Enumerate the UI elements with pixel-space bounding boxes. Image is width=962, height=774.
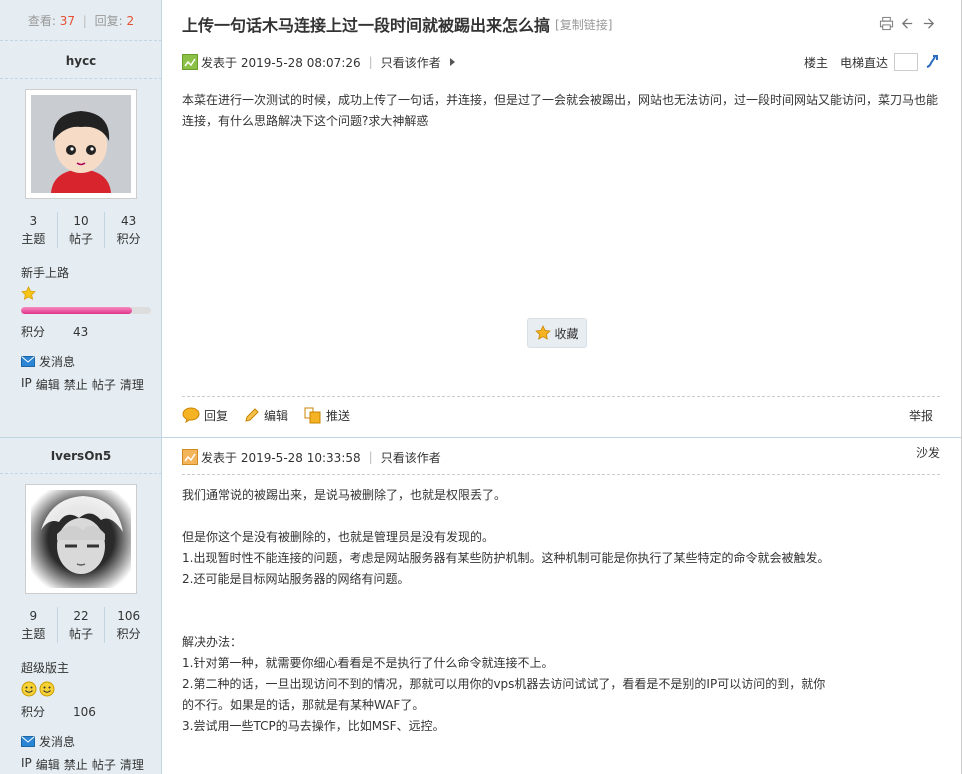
- replies-count: 2: [126, 14, 135, 28]
- post-status-icon: [182, 449, 198, 465]
- stat-credits[interactable]: 106 积分: [104, 607, 152, 643]
- admin-posts-link[interactable]: 帖子: [92, 376, 116, 393]
- avatar-image: [31, 95, 131, 193]
- post-content: 本菜在进行一次测试的时候，成功上传了一句话，并连接，但是过了一会就会被踢出，网站…: [182, 93, 939, 128]
- user-rank[interactable]: 新手上路: [21, 264, 69, 281]
- admin-ip-link[interactable]: IP: [21, 376, 32, 393]
- rank-icons: [21, 681, 55, 697]
- report-link[interactable]: 举报: [909, 407, 933, 424]
- copy-link[interactable]: [复制链接]: [555, 16, 612, 33]
- views-label: 查看:: [27, 14, 56, 28]
- stat-threads[interactable]: 9 主题: [10, 607, 57, 643]
- smiley-icon: [21, 681, 37, 697]
- rank-stars: [21, 286, 36, 301]
- author-sidebar: 查看: 37 | 回复: 2 hycc 3 主题 10 帖子 43 积分 新手上…: [0, 0, 162, 774]
- stat-credits[interactable]: 43 积分: [104, 212, 152, 248]
- replies-label: 回复:: [94, 14, 123, 28]
- score-row: 积分 106: [21, 705, 96, 719]
- admin-clean-link[interactable]: 清理: [120, 376, 144, 393]
- admin-edit-link[interactable]: 编辑: [36, 756, 60, 773]
- arrow-right-icon[interactable]: [447, 57, 457, 67]
- avatar-image: [31, 490, 131, 588]
- floor-nav: 楼主 电梯直达: [804, 53, 940, 71]
- recommend-icon: [304, 407, 321, 424]
- post-content: 我们通常说的被踢出来，是说马被删除了，也就是权限丢了。 但是你这个是没有被删除的…: [182, 488, 830, 733]
- reply-icon: [182, 407, 200, 423]
- smiley-icon: [39, 681, 55, 697]
- progress-fill: [21, 307, 132, 314]
- admin-ip-link[interactable]: IP: [21, 756, 32, 773]
- send-message-link[interactable]: 发消息: [21, 733, 75, 750]
- post-status-icon: [182, 54, 198, 70]
- edit-icon: [245, 408, 259, 422]
- stat-posts[interactable]: 10 帖子: [56, 212, 105, 248]
- thread-tools: [879, 16, 936, 31]
- post-date: 发表于 2019-5-28 08:07:26: [201, 55, 361, 70]
- next-thread-icon[interactable]: [921, 16, 936, 31]
- avatar[interactable]: [25, 89, 137, 199]
- author-name[interactable]: IversOn5: [0, 449, 162, 463]
- floor-jump-input[interactable]: [894, 53, 918, 71]
- floor-nav: 沙发: [916, 444, 940, 461]
- jump-label: 电梯直达: [839, 55, 888, 70]
- only-author-link[interactable]: 只看该作者: [381, 449, 441, 466]
- admin-posts-link[interactable]: 帖子: [92, 756, 116, 773]
- send-message-link[interactable]: 发消息: [21, 353, 75, 370]
- jump-go-icon[interactable]: [924, 54, 940, 70]
- recommend-button[interactable]: 推送: [304, 406, 350, 424]
- divider: [0, 78, 162, 79]
- reply-button[interactable]: 回复: [182, 407, 228, 424]
- thread-page: 查看: 37 | 回复: 2 hycc 3 主题 10 帖子 43 积分 新手上…: [0, 0, 962, 774]
- thread-title: 上传一句话木马连接上过一段时间就被踢出来怎么搞: [182, 16, 551, 35]
- floor-label[interactable]: 沙发: [916, 444, 940, 461]
- edit-button[interactable]: 编辑: [244, 407, 288, 424]
- stat-threads[interactable]: 3 主题: [10, 212, 57, 248]
- star-icon: [535, 325, 552, 340]
- only-author-link[interactable]: 只看该作者: [381, 54, 441, 71]
- stats-separator: |: [82, 14, 87, 28]
- user-rank[interactable]: 超级版主: [21, 659, 69, 676]
- prev-thread-icon[interactable]: [900, 16, 915, 31]
- divider: [0, 473, 162, 474]
- admin-ban-link[interactable]: 禁止: [64, 376, 88, 393]
- post-meta: 发表于 2019-5-28 08:07:26 | 只看该作者 楼主 电梯直达: [182, 53, 940, 71]
- rank-progress: [21, 307, 151, 314]
- post-actions: 回复 编辑 推送 举报: [182, 405, 940, 425]
- author-stats: 3 主题 10 帖子 43 积分: [10, 212, 152, 248]
- score-row: 积分 43: [21, 325, 89, 339]
- thread-stats: 查看: 37 | 回复: 2: [0, 12, 162, 29]
- favorite-button[interactable]: 收藏: [527, 318, 587, 348]
- post-divider: [162, 437, 961, 438]
- post-divider: [0, 437, 162, 438]
- print-icon[interactable]: [879, 16, 894, 31]
- star-icon: [21, 286, 36, 300]
- mail-icon: [21, 356, 35, 367]
- avatar[interactable]: [25, 484, 137, 594]
- post-main: 上传一句话木马连接上过一段时间就被踢出来怎么搞 [复制链接] 发表于 2019-…: [162, 0, 961, 774]
- admin-edit-link[interactable]: 编辑: [36, 376, 60, 393]
- admin-links: IP 编辑 禁止 帖子 清理: [21, 376, 144, 393]
- thread-title-row: 上传一句话木马连接上过一段时间就被踢出来怎么搞 [复制链接]: [182, 12, 942, 36]
- floor-label[interactable]: 楼主: [804, 54, 828, 71]
- divider: [0, 40, 162, 41]
- divider: [182, 396, 940, 397]
- author-name[interactable]: hycc: [0, 54, 162, 68]
- post-date: 发表于 2019-5-28 10:33:58: [201, 450, 361, 465]
- views-count: 37: [59, 14, 75, 28]
- meta-separator: |: [368, 55, 373, 69]
- admin-links: IP 编辑 禁止 帖子 清理: [21, 756, 144, 773]
- post-meta: 发表于 2019-5-28 10:33:58 | 只看该作者 沙发: [182, 446, 940, 466]
- meta-separator: |: [368, 450, 373, 464]
- admin-ban-link[interactable]: 禁止: [64, 756, 88, 773]
- stat-posts[interactable]: 22 帖子: [56, 607, 105, 643]
- author-stats: 9 主题 22 帖子 106 积分: [10, 607, 152, 643]
- mail-icon: [21, 736, 35, 747]
- admin-clean-link[interactable]: 清理: [120, 756, 144, 773]
- divider: [182, 474, 940, 475]
